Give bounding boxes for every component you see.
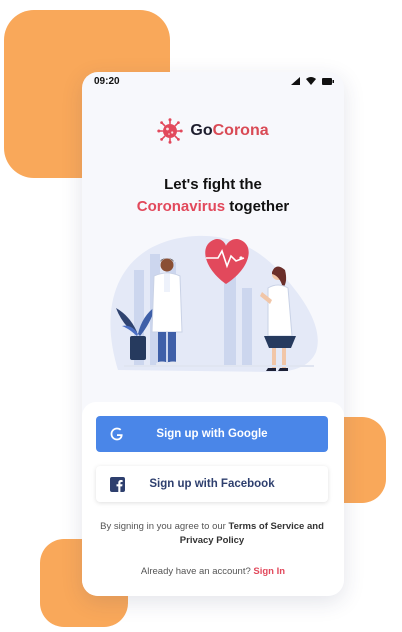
facebook-signup-label: Sign up with Facebook [149,478,275,490]
wifi-icon [306,77,316,85]
facebook-signup-button[interactable]: Sign up with Facebook [96,466,328,502]
phone-screen: 09:20 GoCorona Let's fight the Coronavir… [82,72,344,596]
signin-prompt: Already have an account? Sign In [140,566,286,577]
status-bar: 09:20 [82,72,344,90]
sign-in-link[interactable]: Sign In [253,566,285,577]
terms-of-service-link[interactable]: Terms of Service [228,521,304,532]
headline-line2: Coronavirus together [136,198,290,215]
auth-panel: Sign up with Google Sign up with Faceboo… [82,402,344,596]
google-signup-label: Sign up with Google [156,428,268,440]
headline-line1: Let's fight the [164,176,262,193]
terms-text: By signing in you agree to our Terms of … [100,521,324,546]
app-name: GoCorona [190,122,269,139]
google-signup-button[interactable]: Sign up with Google [96,416,328,452]
virus-icon [157,118,184,144]
cellular-signal-icon [291,77,300,85]
google-icon [108,425,126,443]
brand-logo: GoCorona [82,118,344,144]
battery-icon [322,77,334,85]
doctors-heart-illustration [104,232,324,377]
headline: Let's fight the Coronavirus together [82,174,344,218]
facebook-icon [108,475,126,493]
privacy-policy-link[interactable]: Privacy Policy [180,535,244,546]
status-time: 09:20 [94,76,120,87]
